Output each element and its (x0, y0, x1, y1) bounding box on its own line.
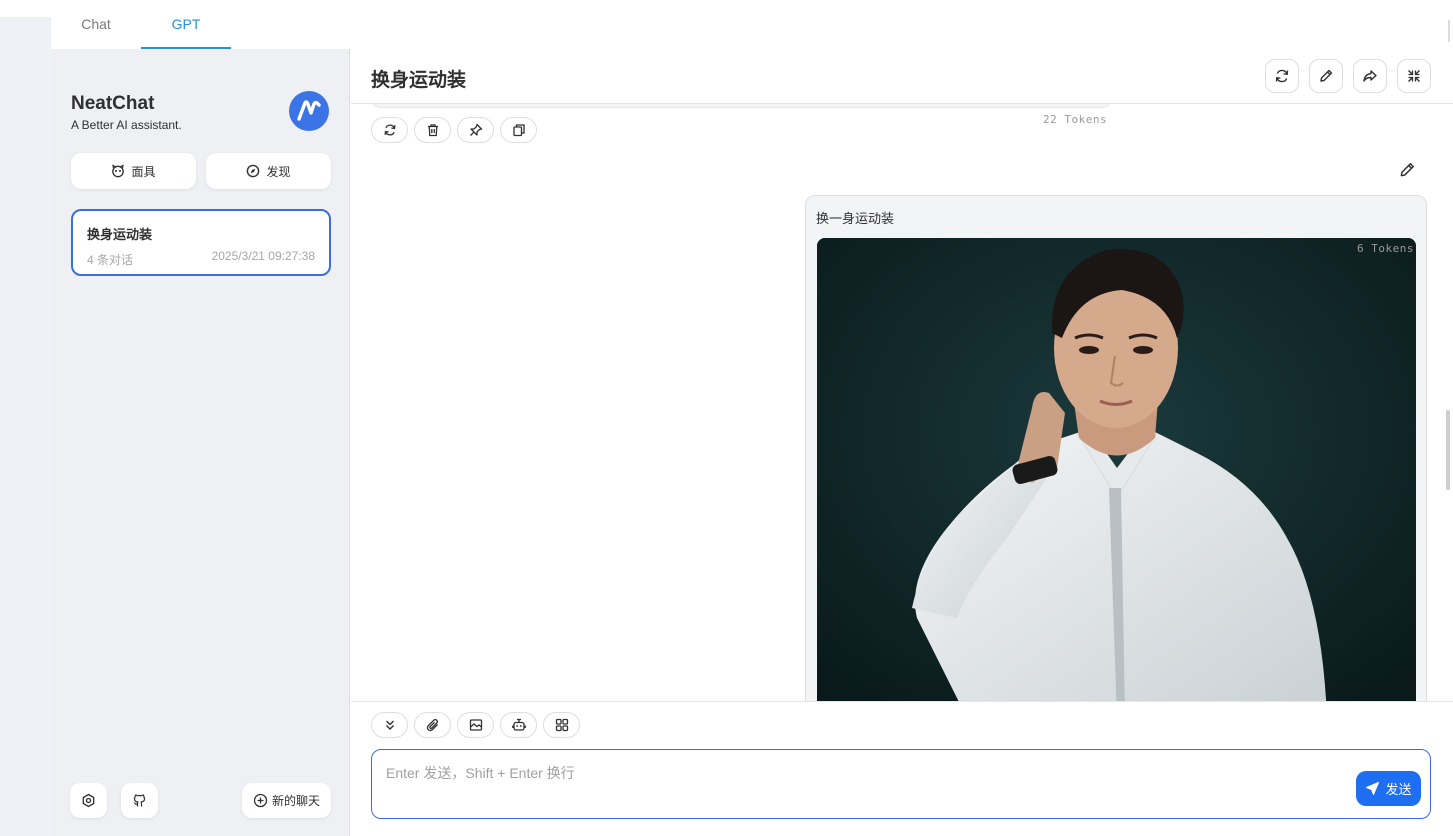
chat-item-date: 2025/3/21 09:27:38 (211, 249, 315, 263)
tab-gpt[interactable]: GPT (141, 0, 231, 49)
sidebar: NeatChat A Better AI assistant. 面具 发现 换身… (51, 49, 350, 836)
copy-button[interactable] (500, 117, 537, 143)
model-select-button[interactable] (500, 712, 537, 738)
mask-button[interactable]: 面具 (71, 153, 196, 189)
github-icon (132, 793, 147, 808)
chat-item-title: 换身运动装 (87, 227, 153, 242)
refresh-icon (1274, 68, 1290, 84)
share-icon (1362, 68, 1378, 84)
send-button-label: 发送 (1385, 782, 1412, 797)
robot-icon (511, 718, 526, 732)
settings-icon (81, 793, 96, 808)
edit-icon (1318, 68, 1334, 84)
message-input[interactable]: Enter 发送，Shift + Enter 换行 发送 (371, 749, 1431, 819)
mask-button-label: 面具 (131, 164, 156, 179)
neatchat-logo-icon (289, 91, 329, 131)
plugins-button[interactable] (543, 712, 580, 738)
send-icon (1365, 781, 1380, 796)
delete-button[interactable] (414, 117, 451, 143)
chat-list-item[interactable]: 换身运动装 4 条对话 2025/3/21 09:27:38 (71, 209, 331, 276)
apps-icon (555, 718, 569, 732)
discover-button-label: 发现 (266, 164, 291, 179)
discover-button[interactable]: 发现 (206, 153, 331, 189)
chat-item-count: 4 条对话 (87, 253, 134, 267)
compass-icon (246, 164, 260, 178)
scroll-down-icon (383, 718, 397, 732)
user-message-bubble: 换一身运动装 6 Tokens (805, 195, 1427, 701)
scroll-to-bottom-button[interactable] (371, 712, 408, 738)
tab-chat[interactable]: Chat (51, 0, 141, 49)
outer-left-gutter (0, 0, 51, 836)
new-chat-button[interactable]: 新的聊天 (242, 783, 331, 818)
retry-button[interactable] (371, 117, 408, 143)
delete-icon (426, 123, 440, 137)
settings-button[interactable] (70, 783, 107, 818)
input-toolbar (371, 712, 580, 738)
page-scrollbar-top (1448, 20, 1450, 42)
chat-title[interactable]: 换身运动装 (371, 65, 466, 92)
retry-icon (383, 123, 397, 137)
attach-button[interactable] (414, 712, 451, 738)
github-button[interactable] (121, 783, 158, 818)
pin-icon (469, 123, 483, 137)
edit-message-button[interactable] (1398, 161, 1418, 181)
edit-button[interactable] (1309, 59, 1343, 93)
copy-icon (512, 123, 526, 137)
chat-header: 换身运动装 (351, 49, 1453, 104)
chat-main: 换身运动装 22 Tokens 换一身运动装 6 Tokens Enter 发送… (351, 49, 1453, 836)
collapse-button[interactable] (1397, 59, 1431, 93)
brand-subtitle: A Better AI assistant. (71, 118, 182, 132)
user-message-tokens: 6 Tokens (1357, 242, 1414, 255)
user-uploaded-photo[interactable] (817, 238, 1416, 701)
add-circle-icon (253, 793, 268, 808)
message-input-placeholder: Enter 发送，Shift + Enter 换行 (386, 765, 575, 781)
user-message-text: 换一身运动装 (816, 211, 895, 226)
attach-icon (426, 718, 440, 732)
edit-icon (1398, 161, 1418, 179)
send-button[interactable]: 发送 (1356, 771, 1421, 806)
message-list: 22 Tokens 换一身运动装 6 Tokens (351, 104, 1453, 701)
message-scrollbar[interactable] (1446, 410, 1450, 490)
previous-message-tokens: 22 Tokens (1043, 113, 1108, 126)
image-icon (469, 718, 483, 732)
refresh-button[interactable] (1265, 59, 1299, 93)
message-actions (371, 117, 537, 143)
mask-icon (111, 164, 125, 178)
photo-icon (817, 238, 1416, 701)
top-tabs: Chat GPT (51, 0, 1453, 49)
new-chat-label: 新的聊天 (271, 794, 320, 808)
brand-title: NeatChat (71, 93, 155, 114)
outer-top-strip (0, 0, 51, 17)
collapse-icon (1406, 68, 1422, 84)
upload-image-button[interactable] (457, 712, 494, 738)
previous-message-bubble (371, 104, 1112, 108)
pin-button[interactable] (457, 117, 494, 143)
share-button[interactable] (1353, 59, 1387, 93)
chat-input-panel: Enter 发送，Shift + Enter 换行 发送 (351, 701, 1453, 836)
